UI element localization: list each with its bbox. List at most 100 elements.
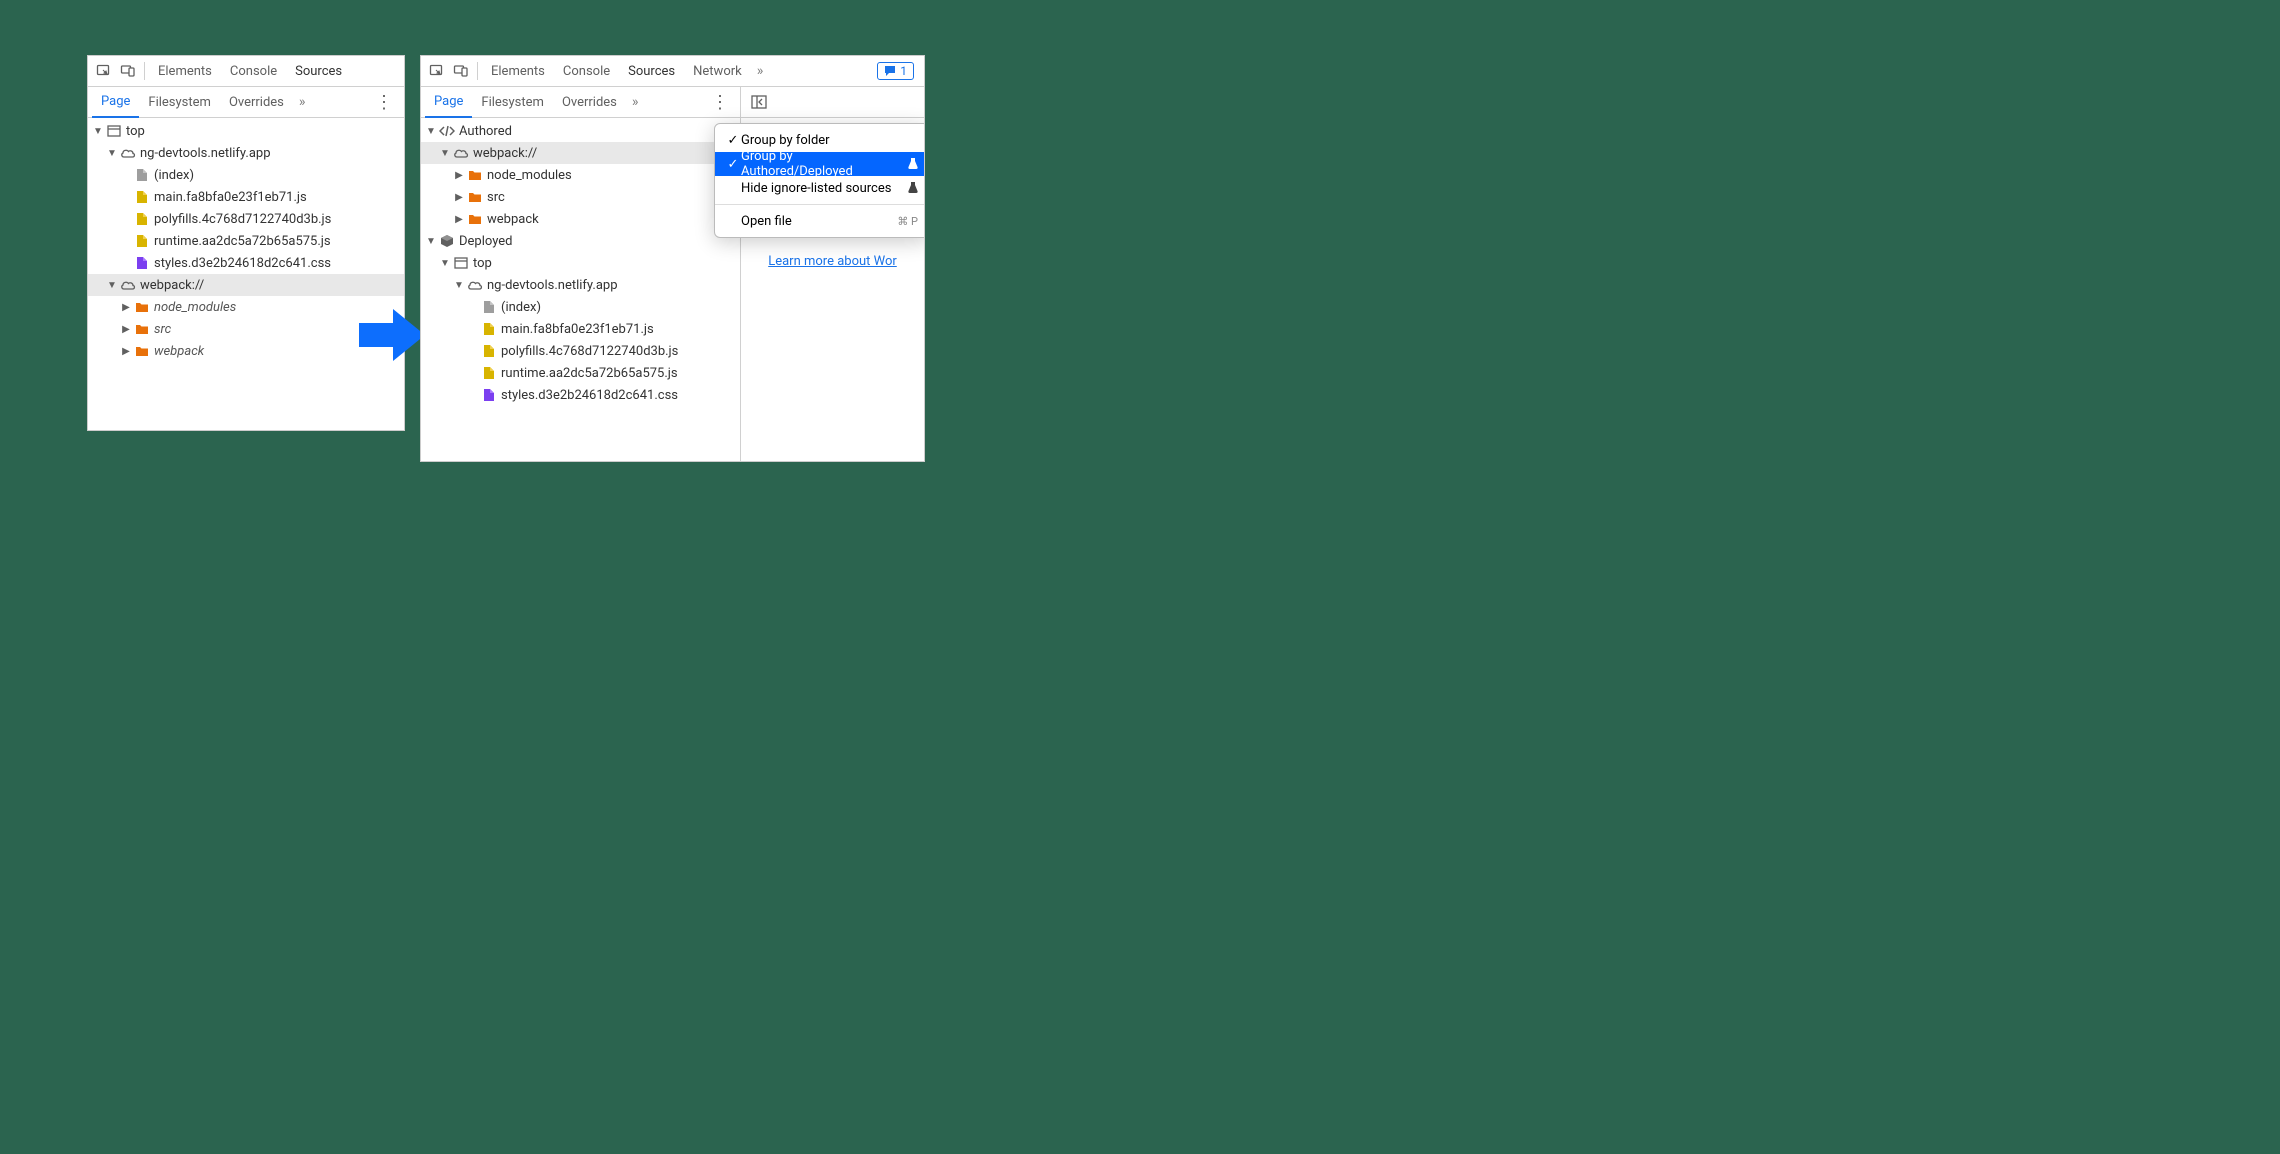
tree-label: Authored [459, 124, 512, 139]
subtab-overrides[interactable]: Overrides [553, 87, 626, 118]
menu-shortcut: ⌘ P [897, 215, 918, 228]
document-icon [134, 167, 150, 183]
menu-open-file[interactable]: Open file ⌘ P [715, 209, 925, 233]
subtab-page[interactable]: Page [425, 87, 472, 118]
tab-sources[interactable]: Sources [619, 56, 684, 87]
tree-item-file[interactable]: main.fa8bfa0e23f1eb71.js [421, 318, 740, 340]
disclosure-right-icon: ▶ [453, 170, 465, 181]
tree-item-webpack[interactable]: ▼ webpack:// [88, 274, 404, 296]
more-options-icon[interactable]: ⋮ [703, 92, 736, 113]
inspect-icon[interactable] [425, 59, 449, 83]
folder-icon [134, 299, 150, 315]
tab-sources[interactable]: Sources [286, 56, 351, 87]
tree-item-index[interactable]: (index) [421, 296, 740, 318]
js-file-icon [134, 233, 150, 249]
tree-label: (index) [501, 300, 541, 315]
more-tabs-icon[interactable]: » [293, 94, 312, 110]
tab-elements[interactable]: Elements [482, 56, 554, 87]
tab-elements[interactable]: Elements [149, 56, 221, 87]
folder-icon [134, 343, 150, 359]
css-file-icon [481, 387, 497, 403]
tree-item-folder[interactable]: ▶ node_modules [421, 164, 740, 186]
tree-label: webpack [154, 344, 204, 359]
tree-label: webpack [487, 212, 539, 227]
tree-label: polyfills.4c768d7122740d3b.js [154, 212, 331, 227]
tree-label: top [126, 124, 145, 139]
tab-console[interactable]: Console [221, 56, 286, 87]
check-icon: ✓ [725, 157, 741, 172]
tree-item-top[interactable]: ▼ top [88, 120, 404, 142]
tree-label: top [473, 256, 492, 271]
chat-icon [884, 65, 896, 77]
arrow-icon [357, 305, 427, 365]
folder-icon [467, 189, 483, 205]
tree-item-deployed[interactable]: ▼ Deployed [421, 230, 740, 252]
document-icon [481, 299, 497, 315]
tree-item-file[interactable]: main.fa8bfa0e23f1eb71.js [88, 186, 404, 208]
device-toolbar-icon[interactable] [116, 59, 140, 83]
subtab-page[interactable]: Page [92, 87, 139, 118]
menu-label: Group by folder [741, 133, 918, 148]
tree-label: node_modules [487, 168, 572, 183]
deployed-icon [439, 233, 455, 249]
tree-label: main.fa8bfa0e23f1eb71.js [501, 322, 654, 337]
tree-item-domain[interactable]: ▼ ng-devtools.netlify.app [88, 142, 404, 164]
inspect-icon[interactable] [92, 59, 116, 83]
tree-label: runtime.aa2dc5a72b65a575.js [501, 366, 678, 381]
folder-icon [467, 211, 483, 227]
disclosure-right-icon: ▶ [453, 214, 465, 225]
disclosure-down-icon: ▼ [106, 148, 118, 159]
tree-item-top[interactable]: ▼ top [421, 252, 740, 274]
tree-item-file[interactable]: runtime.aa2dc5a72b65a575.js [421, 362, 740, 384]
disclosure-right-icon: ▶ [120, 324, 132, 335]
tree-item-authored[interactable]: ▼ Authored [421, 120, 740, 142]
tab-console[interactable]: Console [554, 56, 619, 87]
separator [477, 62, 478, 80]
more-tabs-icon[interactable]: » [751, 63, 770, 79]
tree-item-index[interactable]: (index) [88, 164, 404, 186]
tree-item-file[interactable]: runtime.aa2dc5a72b65a575.js [88, 230, 404, 252]
tree-item-file[interactable]: polyfills.4c768d7122740d3b.js [88, 208, 404, 230]
beaker-icon [908, 181, 918, 196]
tab-network[interactable]: Network [684, 56, 751, 87]
menu-label: Group by Authored/Deployed [741, 149, 904, 179]
tree-item-file[interactable]: polyfills.4c768d7122740d3b.js [421, 340, 740, 362]
issues-count: 1 [900, 64, 907, 78]
separator [144, 62, 145, 80]
tree-item-webpack[interactable]: ▼ webpack:// [421, 142, 740, 164]
more-tabs-icon[interactable]: » [626, 94, 645, 110]
tree-label: node_modules [154, 300, 236, 315]
toggle-pane-icon[interactable] [747, 90, 771, 114]
learn-more-link[interactable]: Learn more about Wor [768, 254, 897, 269]
more-options-icon[interactable]: ⋮ [367, 92, 400, 113]
tree-item-folder[interactable]: ▶ src [421, 186, 740, 208]
issues-badge[interactable]: 1 [877, 62, 914, 80]
device-toolbar-icon[interactable] [449, 59, 473, 83]
subtab-filesystem[interactable]: Filesystem [139, 87, 220, 118]
folder-icon [467, 167, 483, 183]
disclosure-down-icon: ▼ [439, 258, 451, 269]
menu-group-authored[interactable]: ✓ Group by Authored/Deployed [715, 152, 925, 176]
debugger-toolbar [741, 87, 924, 118]
tree-item-domain[interactable]: ▼ ng-devtools.netlify.app [421, 274, 740, 296]
tree-label: styles.d3e2b24618d2c641.css [501, 388, 678, 403]
tree-item-file[interactable]: styles.d3e2b24618d2c641.css [421, 384, 740, 406]
cloud-icon [467, 277, 483, 293]
disclosure-down-icon: ▼ [453, 280, 465, 291]
tree-item-file[interactable]: styles.d3e2b24618d2c641.css [88, 252, 404, 274]
file-tree: ▼ top ▼ ng-devtools.netlify.app (index) … [88, 118, 404, 430]
disclosure-down-icon: ▼ [439, 148, 451, 159]
disclosure-down-icon: ▼ [425, 126, 437, 137]
js-file-icon [134, 189, 150, 205]
cloud-icon [453, 145, 469, 161]
context-menu: ✓ Group by folder ✓ Group by Authored/De… [714, 123, 925, 238]
subtab-filesystem[interactable]: Filesystem [472, 87, 553, 118]
subtab-overrides[interactable]: Overrides [220, 87, 293, 118]
beaker-icon [908, 157, 918, 172]
menu-hide-ignore[interactable]: Hide ignore-listed sources [715, 176, 925, 200]
disclosure-down-icon: ▼ [92, 126, 104, 137]
tree-item-folder[interactable]: ▶ webpack [421, 208, 740, 230]
main-tabs: Elements Console Sources [88, 56, 404, 87]
menu-label: Hide ignore-listed sources [741, 181, 904, 196]
tree-label: (index) [154, 168, 194, 183]
